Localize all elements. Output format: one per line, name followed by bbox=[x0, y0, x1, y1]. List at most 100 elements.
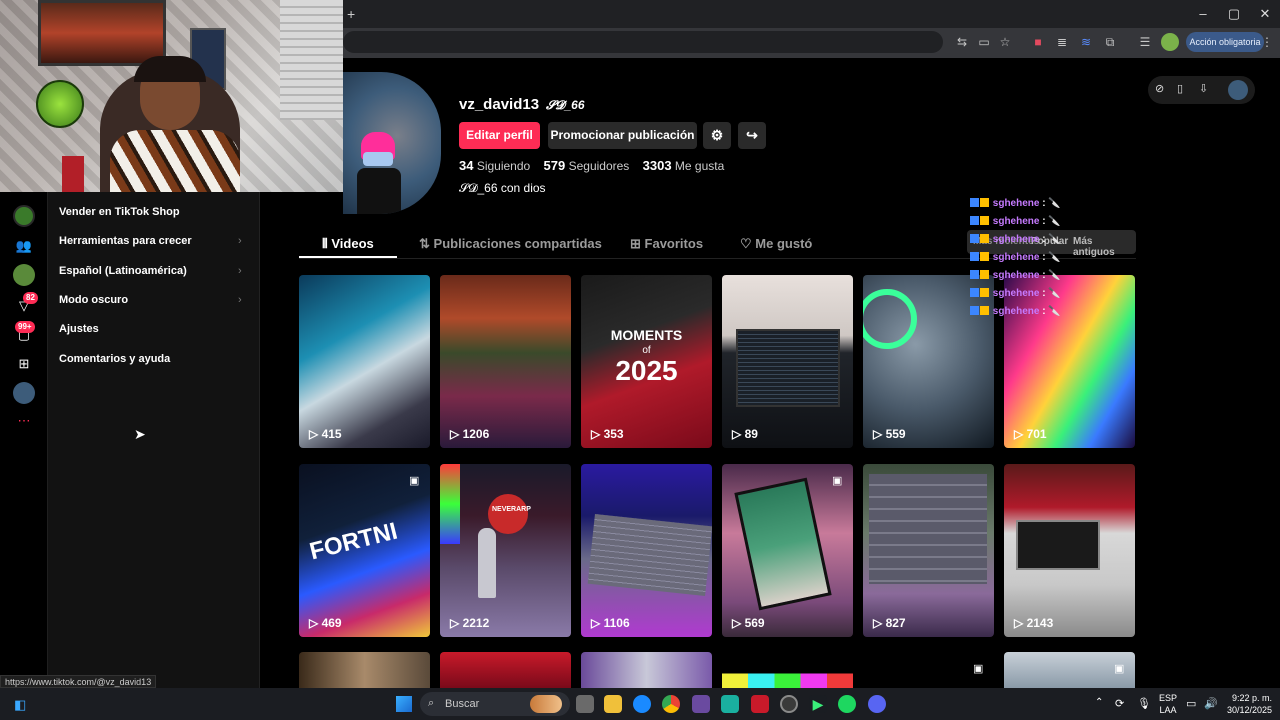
mobile-icon[interactable]: ▯ bbox=[1177, 82, 1183, 95]
close-window-button[interactable]: ✕ bbox=[1250, 5, 1280, 23]
task-view-icon[interactable] bbox=[576, 695, 594, 713]
taskbar-search[interactable]: ⌕ Buscar bbox=[420, 692, 570, 716]
microphone-icon[interactable]: 🎙 bbox=[1137, 697, 1151, 710]
likes-count: 3303 bbox=[642, 158, 672, 173]
video-thumbnail[interactable]: ▷ 415 bbox=[299, 275, 430, 448]
new-tab-button[interactable]: + bbox=[347, 6, 355, 22]
tray-chevron-up-icon[interactable]: ⌃ bbox=[1095, 697, 1103, 708]
promote-post-button[interactable]: Promocionar publicación bbox=[548, 122, 697, 149]
profile-avatar[interactable] bbox=[343, 72, 441, 214]
video-thumbnail[interactable] bbox=[299, 652, 430, 688]
photo-post-icon: ▣ bbox=[1114, 663, 1125, 675]
webcam-blinds bbox=[280, 0, 343, 120]
messages-icon[interactable]: ▢ 99+ bbox=[13, 321, 35, 346]
play-arrow-app-icon[interactable]: ▶ bbox=[809, 695, 827, 713]
windows-start-icon[interactable] bbox=[396, 696, 412, 712]
spotify-icon[interactable] bbox=[838, 695, 856, 713]
thumb-phone bbox=[734, 477, 832, 611]
video-thumbnail[interactable]: ▷ 89 bbox=[722, 275, 853, 448]
chat-badge-icon bbox=[970, 234, 979, 243]
chat-crown-icon bbox=[980, 288, 989, 297]
settings-gear-icon[interactable]: ⚙ bbox=[703, 122, 731, 149]
shop-avatar-icon[interactable] bbox=[13, 205, 35, 227]
menu-item-dark-mode[interactable]: Modo oscuro bbox=[59, 294, 128, 306]
share-arrow-icon[interactable]: ↪ bbox=[738, 122, 766, 149]
webcam-person-shirt bbox=[110, 130, 240, 192]
network-icon[interactable]: ▭ bbox=[1186, 697, 1196, 710]
menu-item-feedback[interactable]: Comentarios y ayuda bbox=[59, 353, 170, 365]
extension-wave-icon[interactable]: ≋ bbox=[1077, 33, 1095, 51]
user-avatar-icon[interactable] bbox=[1228, 80, 1248, 100]
menu-item-settings[interactable]: Ajustes bbox=[59, 323, 99, 335]
moments-year: 2025 bbox=[615, 355, 678, 386]
video-thumbnail[interactable]: ▷ 559 bbox=[863, 275, 994, 448]
widgets-icon[interactable]: ◧ bbox=[14, 697, 26, 713]
extensions-puzzle-icon[interactable]: ⧉ bbox=[1101, 33, 1119, 51]
activity-icon[interactable]: ▽ 82 bbox=[13, 292, 38, 317]
menu-item-language[interactable]: Español (Latinoamérica) bbox=[59, 265, 187, 277]
browser-menu-icon[interactable]: ⋮ bbox=[1258, 33, 1276, 51]
edit-profile-button[interactable]: Editar perfil bbox=[459, 122, 540, 149]
chat-message: sghehene : 🔪 bbox=[970, 252, 1061, 263]
tray-sync-icon[interactable]: ⟳ bbox=[1115, 697, 1124, 710]
translate-icon[interactable]: ⇆ bbox=[953, 33, 971, 51]
fortnite-box-text: FORTNI bbox=[306, 517, 401, 566]
cast-icon[interactable]: ▭ bbox=[975, 33, 993, 51]
extension-red-icon[interactable]: ■ bbox=[1029, 33, 1047, 51]
address-bar[interactable] bbox=[343, 31, 943, 53]
edge-browser-icon[interactable] bbox=[633, 695, 651, 713]
chrome-browser-icon[interactable] bbox=[662, 695, 680, 713]
red-app-icon[interactable] bbox=[751, 695, 769, 713]
more-icon[interactable]: ⋯ bbox=[13, 410, 35, 432]
upload-icon[interactable]: ⊞ bbox=[13, 353, 35, 375]
video-thumbnail[interactable]: MOMENTS of 2025 ▷ 353 bbox=[581, 275, 712, 448]
followers-label[interactable]: Seguidores bbox=[569, 159, 630, 173]
video-thumbnail[interactable]: ▷ 1206 bbox=[440, 275, 571, 448]
video-thumbnail[interactable]: ▣ bbox=[1004, 652, 1135, 688]
video-thumbnail[interactable]: NEVERARP ▷ 2212 bbox=[440, 464, 571, 637]
volume-icon[interactable]: 🔊 bbox=[1204, 697, 1218, 710]
tab-reposts[interactable]: ⇅ Publicaciones compartidas bbox=[419, 236, 602, 252]
menu-item-shop[interactable]: Vender en TikTok Shop bbox=[59, 206, 180, 218]
required-action-button[interactable]: Acción obligatoria bbox=[1186, 32, 1264, 52]
coins-icon[interactable]: ⊘ bbox=[1155, 82, 1164, 95]
search-highlight-image bbox=[530, 695, 562, 713]
sort-oldest[interactable]: Más antiguos bbox=[1073, 236, 1136, 258]
obs-icon[interactable] bbox=[780, 695, 798, 713]
video-thumbnail[interactable]: ▷ 701 bbox=[1004, 275, 1135, 448]
maximize-button[interactable]: ▢ bbox=[1219, 5, 1249, 23]
menu-item-growth-tools[interactable]: Herramientas para crecer bbox=[59, 235, 192, 247]
chat-message: sghehene : 🔪 bbox=[970, 198, 1061, 209]
extension-bars-icon[interactable]: ≣ bbox=[1053, 33, 1071, 51]
video-thumbnail[interactable]: FORTNI ▣ ▷ 469 bbox=[299, 464, 430, 637]
view-count: ▷ 827 bbox=[873, 616, 906, 630]
video-thumbnail[interactable]: ▷ 1106 bbox=[581, 464, 712, 637]
video-thumbnail[interactable]: ▣ ▷ 569 bbox=[722, 464, 853, 637]
input-language[interactable]: ESP LAA bbox=[1156, 692, 1180, 716]
tab-liked[interactable]: ♡ Me gustó bbox=[740, 236, 812, 252]
teal-app-icon[interactable] bbox=[721, 695, 739, 713]
profile-avatar-icon[interactable] bbox=[1161, 33, 1179, 51]
minimize-button[interactable]: – bbox=[1188, 5, 1218, 23]
tab-videos[interactable]: ⦀ Videos bbox=[322, 236, 374, 252]
video-thumbnail[interactable]: ▷ 827 bbox=[863, 464, 994, 637]
game-controller-icon[interactable] bbox=[692, 695, 710, 713]
video-thumbnail[interactable]: ▷ 2143 bbox=[1004, 464, 1135, 637]
video-thumbnail[interactable] bbox=[581, 652, 712, 688]
discord-icon[interactable] bbox=[868, 695, 886, 713]
video-thumbnail[interactable]: ▣ bbox=[863, 652, 994, 688]
reading-list-icon[interactable]: ☰ bbox=[1136, 33, 1154, 51]
video-thumbnail[interactable] bbox=[440, 652, 571, 688]
download-icon[interactable]: ⇩ bbox=[1199, 82, 1208, 95]
file-explorer-icon[interactable] bbox=[604, 695, 622, 713]
profile-nickname: 𝓢𝓓_66 bbox=[546, 98, 585, 112]
following-icon[interactable]: 👥 bbox=[13, 235, 35, 257]
bookmark-star-icon[interactable]: ☆ bbox=[996, 33, 1014, 51]
video-thumbnail[interactable] bbox=[722, 652, 853, 688]
following-label[interactable]: Siguiendo bbox=[477, 159, 530, 173]
profile-icon[interactable] bbox=[13, 382, 35, 404]
system-clock[interactable]: 9:22 p. m. 30/12/2025 bbox=[1222, 692, 1272, 716]
friends-avatar-icon[interactable] bbox=[13, 264, 35, 286]
tab-favorites[interactable]: ⊞ Favoritos bbox=[630, 236, 703, 252]
chat-message: sghehene : 🔪 bbox=[970, 306, 1061, 317]
